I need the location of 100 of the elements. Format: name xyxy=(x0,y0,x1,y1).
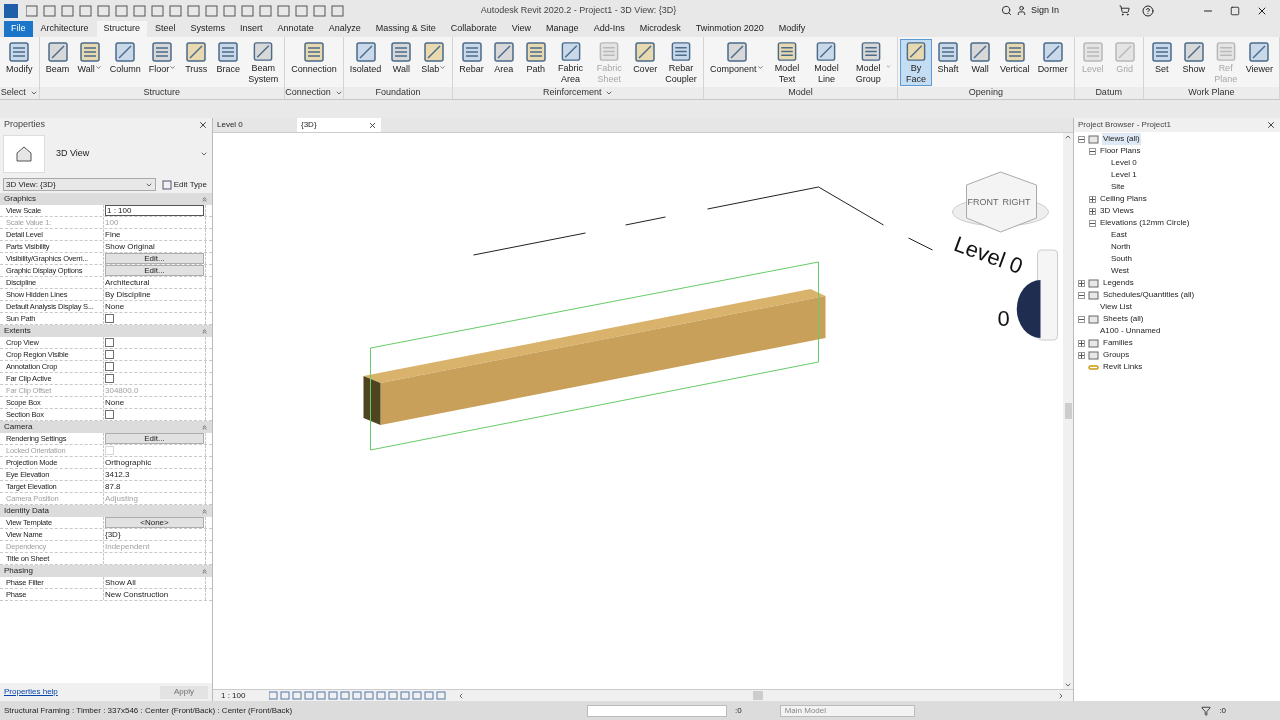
ribbon-tool-button[interactable]: Wall xyxy=(73,39,106,86)
property-checkbox[interactable] xyxy=(105,374,114,383)
tree-item[interactable]: View List xyxy=(1099,301,1133,313)
property-edit-button[interactable]: Edit... xyxy=(105,253,204,264)
ribbon-tool-button[interactable]: Component xyxy=(706,39,768,86)
collapse-icon[interactable] xyxy=(1078,135,1085,143)
panel-title-bar[interactable]: Foundation xyxy=(343,87,453,99)
ribbon-tool-button[interactable]: By Face xyxy=(900,39,933,86)
collapse-icon[interactable] xyxy=(1078,291,1085,299)
ribbon-tool-button[interactable]: Viewer xyxy=(1241,39,1277,86)
ribbon-tab[interactable]: Manage xyxy=(539,21,586,37)
ribbon-tab[interactable]: Analyze xyxy=(321,21,368,37)
ribbon-tool-button[interactable]: Modify xyxy=(2,39,37,86)
ribbon-tool-button[interactable]: Brace xyxy=(212,39,245,86)
ribbon-tab[interactable]: Structure xyxy=(96,21,148,37)
property-input[interactable]: 1 : 100 xyxy=(105,205,204,216)
tree-item[interactable]: Ceiling Plans xyxy=(1099,193,1148,205)
property-edit-button[interactable]: <None> xyxy=(105,517,204,528)
section-header[interactable]: Camera xyxy=(0,421,212,433)
maximize-icon[interactable] xyxy=(1230,5,1240,16)
property-checkbox[interactable] xyxy=(105,314,114,323)
panel-title-bar[interactable]: Work Plane xyxy=(1143,87,1279,99)
viewcube[interactable] xyxy=(966,171,1037,233)
ribbon-tab[interactable]: Twinmotion 2020 xyxy=(688,21,771,37)
ribbon-tool-button[interactable]: Area xyxy=(487,39,520,86)
instance-dropdown[interactable]: 3D View: {3D} xyxy=(3,178,156,191)
ribbon-tool-button[interactable]: Rebar Coupler xyxy=(661,39,702,86)
help-link[interactable]: Properties help xyxy=(4,686,58,698)
scroll-thumb[interactable] xyxy=(1064,403,1072,419)
tree-item[interactable]: Families xyxy=(1102,337,1134,349)
tree-item[interactable]: A100 - Unnamed xyxy=(1099,325,1162,337)
ribbon-tool-button[interactable]: Rebar xyxy=(455,39,488,86)
view-scale[interactable]: 1 : 100 xyxy=(221,689,261,702)
ribbon-tab[interactable]: Steel xyxy=(148,21,183,37)
panel-title-bar[interactable]: Structure xyxy=(39,87,285,99)
tree-item[interactable]: Elevations (12mm Circle) xyxy=(1099,217,1191,229)
view-control-icons[interactable] xyxy=(269,691,449,700)
panel-title-bar[interactable]: Connection xyxy=(285,87,343,99)
ribbon-tab[interactable]: Architecture xyxy=(33,21,96,37)
section-header[interactable]: Extents xyxy=(0,325,212,337)
expand-icon[interactable] xyxy=(1089,207,1096,215)
ribbon-tool-button[interactable]: Shaft xyxy=(932,39,965,86)
collapse-icon[interactable] xyxy=(1089,147,1096,155)
document-tab[interactable]: {3D} xyxy=(297,118,381,132)
panel-title-bar[interactable]: Reinforcement xyxy=(453,87,704,99)
scroll-thumb[interactable] xyxy=(753,691,763,700)
tree-item[interactable]: Legends xyxy=(1102,277,1135,289)
sign-in-link[interactable]: Sign In xyxy=(1030,3,1059,18)
cart-icon[interactable] xyxy=(1119,5,1130,16)
ribbon-tool-button[interactable]: Connection xyxy=(287,39,341,86)
ribbon-tool-button[interactable]: Floor xyxy=(144,39,181,86)
collapse-icon[interactable] xyxy=(1089,219,1096,227)
tree-item[interactable]: Level 0 xyxy=(1110,157,1138,169)
tree-item[interactable]: West xyxy=(1110,265,1131,277)
tree-item[interactable]: Revit Links xyxy=(1102,361,1144,373)
tree-item[interactable]: Level 1 xyxy=(1110,169,1138,181)
ribbon-tool-button[interactable]: Model Line xyxy=(806,39,847,86)
ribbon-tab[interactable]: View xyxy=(504,21,539,37)
filter-icon[interactable] xyxy=(1201,705,1212,716)
ribbon-tab[interactable]: Modify xyxy=(771,21,813,37)
ribbon-tool-button[interactable]: Isolated xyxy=(345,39,386,86)
property-checkbox[interactable] xyxy=(105,338,114,347)
ribbon-tool-button[interactable]: Cover xyxy=(629,39,662,86)
close-icon[interactable] xyxy=(368,120,377,130)
ribbon-tool-button[interactable]: Wall xyxy=(385,39,418,86)
ribbon-tool-button[interactable]: Beam xyxy=(41,39,74,86)
panel-title-bar[interactable]: Select xyxy=(0,87,39,99)
ribbon-tool-button[interactable]: Beam System xyxy=(244,39,283,86)
ribbon-tab[interactable]: Collaborate xyxy=(443,21,504,37)
panel-title-bar[interactable]: Opening xyxy=(898,87,1074,99)
ribbon-tab[interactable]: Add-Ins xyxy=(586,21,632,37)
ribbon-tab[interactable]: Annotate xyxy=(270,21,321,37)
help-icon[interactable] xyxy=(1142,4,1154,17)
ribbon-tab[interactable]: Microdesk xyxy=(632,21,688,37)
ribbon-tool-button[interactable]: Wall xyxy=(964,39,997,86)
tree-item[interactable]: 3D Views xyxy=(1099,205,1135,217)
panel-title-bar[interactable]: Datum xyxy=(1074,87,1143,99)
tree-item[interactable]: Schedules/Quantities (all) xyxy=(1102,289,1196,301)
scroll-down-icon[interactable] xyxy=(1064,681,1072,689)
expand-icon[interactable] xyxy=(1078,339,1085,347)
ribbon-tool-button[interactable]: Model Group xyxy=(846,39,896,86)
tree-item[interactable]: Site xyxy=(1110,181,1126,193)
ribbon-tab[interactable]: Massing & Site xyxy=(368,21,443,37)
tree-item[interactable]: Floor Plans xyxy=(1099,145,1142,157)
search-icon[interactable] xyxy=(1000,5,1012,16)
ribbon-tool-button[interactable]: Fabric Area xyxy=(551,39,590,86)
tree-item[interactable]: East xyxy=(1110,229,1128,241)
close-icon[interactable] xyxy=(1266,120,1276,130)
ribbon-tool-button[interactable]: Vertical xyxy=(996,39,1034,86)
scroll-up-icon[interactable] xyxy=(1064,133,1072,141)
property-edit-button[interactable]: Edit... xyxy=(105,433,204,444)
ribbon-tool-button[interactable]: Column xyxy=(105,39,145,86)
scroll-right-icon[interactable] xyxy=(1057,691,1065,700)
panel-title-bar[interactable]: Model xyxy=(704,87,898,99)
ribbon-tool-button[interactable]: Dormer xyxy=(1033,39,1072,86)
user-icon[interactable] xyxy=(1015,5,1027,16)
collapse-icon[interactable] xyxy=(1078,315,1085,323)
close-icon[interactable] xyxy=(198,120,208,130)
tree-item[interactable]: Sheets (all) xyxy=(1102,313,1145,325)
ribbon-tool-button[interactable]: Set xyxy=(1145,39,1178,86)
